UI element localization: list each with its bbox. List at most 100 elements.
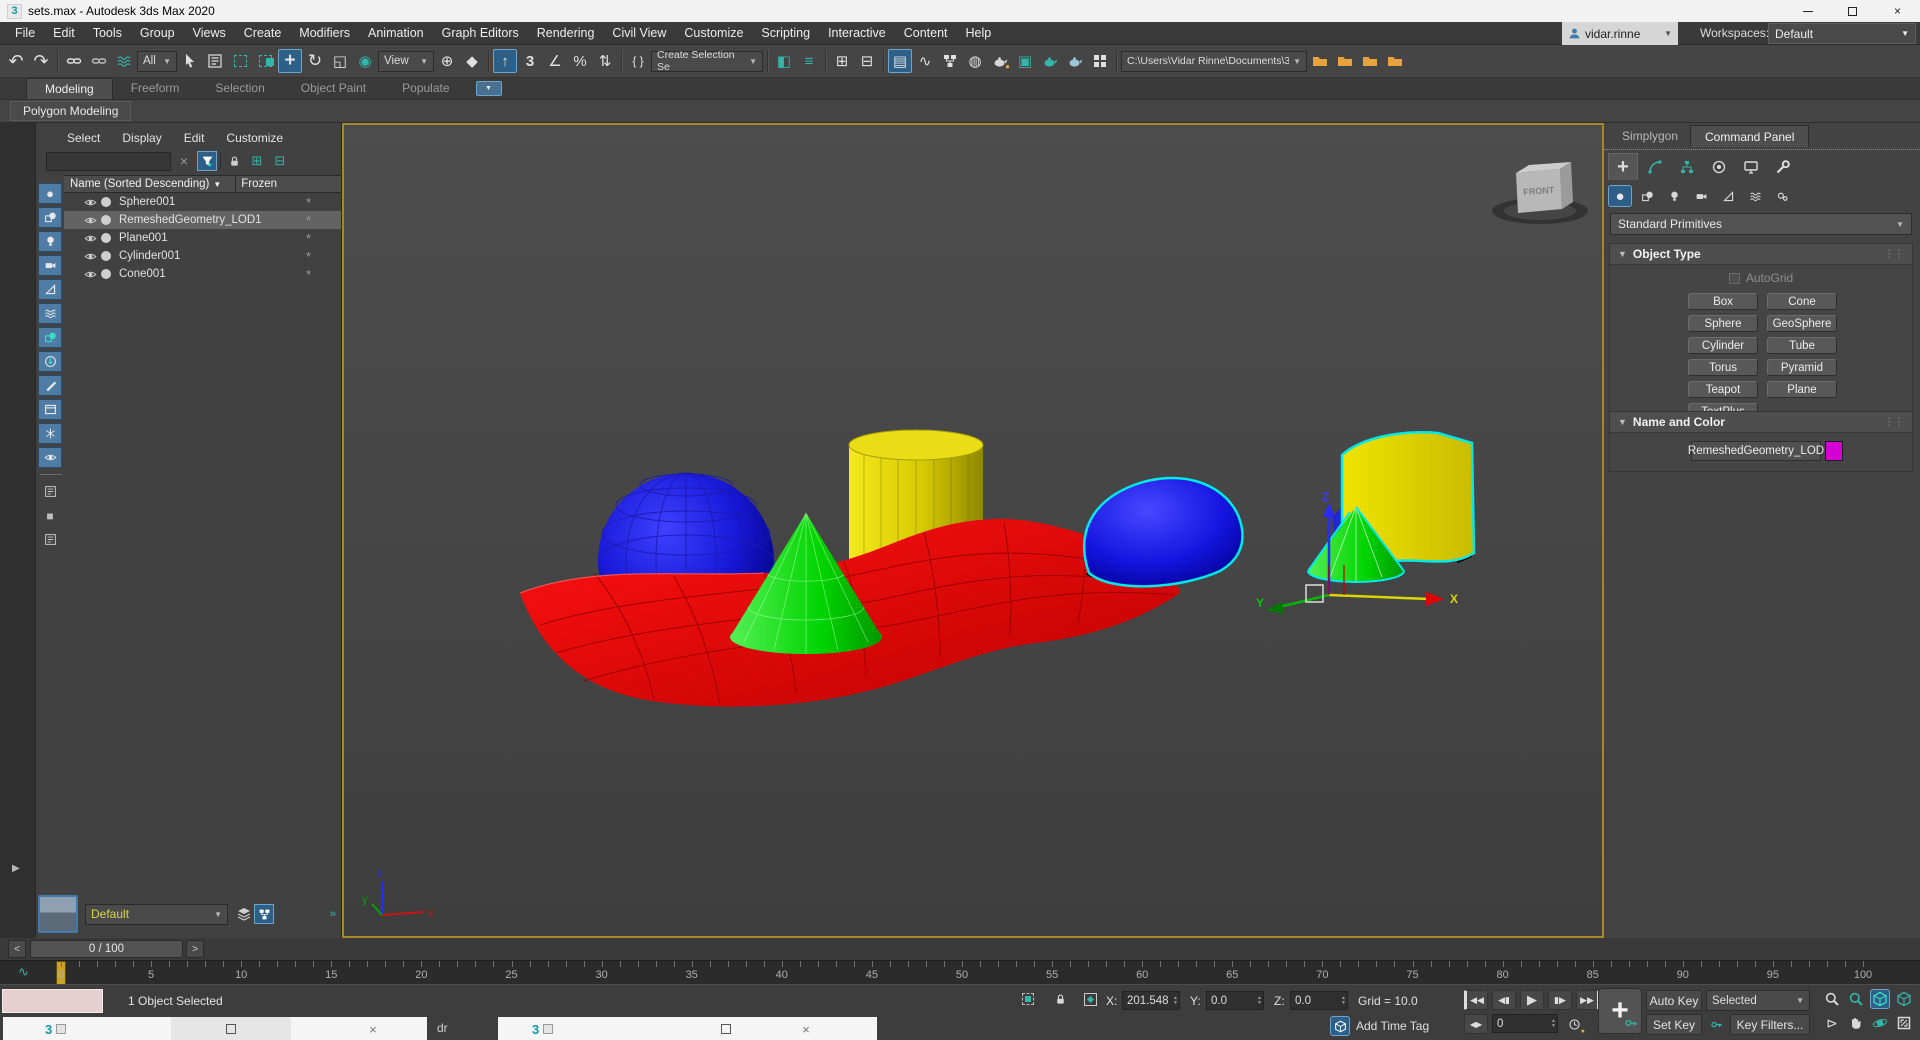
selection-filter-dropdown[interactable]: All ▼ bbox=[137, 51, 177, 72]
time-configuration-button[interactable]: ● bbox=[1564, 1014, 1584, 1034]
render-dot-icon[interactable] bbox=[101, 197, 111, 207]
lock-explorer-button[interactable] bbox=[224, 151, 244, 171]
overflow-chevrons[interactable]: » bbox=[330, 908, 336, 920]
filter-groups-button[interactable] bbox=[38, 327, 62, 348]
primitive-button-pyramid[interactable]: Pyramid bbox=[1767, 359, 1837, 376]
pick-container-button[interactable]: ⊞ bbox=[247, 151, 267, 171]
undo-button[interactable]: ↶ bbox=[4, 49, 28, 73]
time-slider[interactable]: 0 / 100 bbox=[30, 940, 183, 958]
add-container-button[interactable]: ⊟ bbox=[270, 151, 290, 171]
unlink-selection-button[interactable] bbox=[87, 49, 111, 73]
explorer-row-cylinder001[interactable]: Cylinder001* bbox=[64, 247, 341, 265]
solid-view-button[interactable]: ■ bbox=[38, 505, 62, 526]
render-dot-icon[interactable] bbox=[101, 269, 111, 279]
eye-icon[interactable] bbox=[84, 250, 97, 263]
maxscript-mini-listener[interactable] bbox=[2, 989, 103, 1013]
ribbon-tab-object-paint[interactable]: Object Paint bbox=[283, 78, 384, 99]
filter-geometry-button[interactable]: ● bbox=[38, 183, 62, 204]
explorer-menu-select[interactable]: Select bbox=[58, 131, 109, 145]
frozen-toggle-icon[interactable]: * bbox=[306, 267, 311, 282]
selection-lock-toggle[interactable] bbox=[1050, 989, 1070, 1009]
maximize-button[interactable] bbox=[706, 1017, 746, 1040]
primitive-button-plane[interactable]: Plane bbox=[1767, 381, 1837, 398]
align-button[interactable]: ≡ bbox=[797, 49, 821, 73]
restore-button[interactable] bbox=[1830, 0, 1875, 22]
default-in-out-tangents-button[interactable] bbox=[1706, 1014, 1726, 1034]
object-color-swatch[interactable] bbox=[1825, 441, 1843, 461]
maximize-viewport-toggle[interactable] bbox=[1894, 1013, 1914, 1033]
redo-button[interactable]: ↷ bbox=[29, 49, 53, 73]
primitive-button-tube[interactable]: Tube bbox=[1767, 337, 1837, 354]
modify-tab[interactable] bbox=[1640, 153, 1670, 180]
snaps-toggle[interactable]: 3 bbox=[518, 49, 542, 73]
filter-button[interactable] bbox=[197, 151, 217, 171]
minimize-button[interactable] bbox=[1785, 0, 1830, 22]
menu-item-file[interactable]: File bbox=[6, 22, 44, 45]
ribbon-overflow-button[interactable]: ▼ bbox=[476, 81, 502, 96]
explorer-menu-edit[interactable]: Edit bbox=[175, 131, 214, 145]
previous-frame-button[interactable]: < bbox=[8, 940, 26, 958]
category-lights-button[interactable] bbox=[1662, 185, 1686, 207]
eye-icon[interactable] bbox=[84, 232, 97, 245]
key-mode-toggle[interactable]: ◀▶ bbox=[1464, 1014, 1488, 1034]
zoom-button[interactable] bbox=[1822, 989, 1842, 1009]
rectangular-selection-region-button[interactable] bbox=[228, 49, 252, 73]
category-shapes-button[interactable] bbox=[1635, 185, 1659, 207]
filter-containers-button[interactable] bbox=[38, 351, 62, 372]
list-view-button[interactable] bbox=[38, 481, 62, 502]
primitive-button-sphere[interactable]: Sphere bbox=[1688, 315, 1758, 332]
menu-item-group[interactable]: Group bbox=[131, 22, 184, 45]
layer-thumbnail[interactable] bbox=[38, 895, 78, 933]
primitive-button-teapot[interactable]: Teapot bbox=[1688, 381, 1758, 398]
maximize-button[interactable] bbox=[171, 1017, 291, 1040]
filter-shapes-button[interactable] bbox=[38, 207, 62, 228]
primitive-button-geosphere[interactable]: GeoSphere bbox=[1767, 315, 1837, 332]
explorer-row-cone001[interactable]: Cone001* bbox=[64, 265, 341, 283]
search-input[interactable] bbox=[46, 152, 171, 171]
create-tab[interactable]: + bbox=[1608, 153, 1638, 180]
ribbon-tab-populate[interactable]: Populate bbox=[384, 78, 467, 99]
object-name-field[interactable]: RemeshedGeometry_LOD bbox=[1691, 441, 1821, 461]
show-hidden-button[interactable] bbox=[38, 447, 62, 468]
rendered-frame-window-button[interactable]: ▣ bbox=[1013, 49, 1037, 73]
menu-item-scripting[interactable]: Scripting bbox=[752, 22, 819, 45]
menu-item-views[interactable]: Views bbox=[184, 22, 235, 45]
eye-icon[interactable] bbox=[84, 268, 97, 281]
polygon-modeling-panel-button[interactable]: Polygon Modeling bbox=[10, 101, 131, 121]
name-color-rollout-header[interactable]: ▼ Name and Color ⋮⋮ bbox=[1610, 412, 1912, 433]
select-and-manipulate-button[interactable]: ◆ bbox=[460, 49, 484, 73]
taskbar-window-1[interactable]: 3 × bbox=[3, 1017, 427, 1040]
key-filters-button[interactable]: Key Filters... bbox=[1730, 1014, 1810, 1035]
zoom-extents-button[interactable] bbox=[1870, 989, 1890, 1009]
manage-layers-button[interactable] bbox=[234, 904, 254, 924]
category-systems-button[interactable] bbox=[1770, 185, 1794, 207]
play-button[interactable]: ▶ bbox=[1520, 990, 1544, 1010]
frozen-toggle-icon[interactable]: * bbox=[306, 231, 311, 246]
viewport-scene[interactable]: Z X Y FRONT bbox=[344, 125, 1602, 936]
menu-item-help[interactable]: Help bbox=[957, 22, 1001, 45]
spinner-arrows[interactable]: ▲▼ bbox=[1341, 992, 1346, 1005]
zoom-extents-all-button[interactable] bbox=[1894, 989, 1914, 1009]
spinner-arrows[interactable]: ▲▼ bbox=[1257, 992, 1262, 1005]
category-geometry-button[interactable]: ● bbox=[1608, 185, 1632, 207]
frozen-toggle-icon[interactable]: * bbox=[306, 195, 311, 210]
hierarchy-tab[interactable] bbox=[1672, 153, 1702, 180]
reference-coordinate-dropdown[interactable]: View ▼ bbox=[378, 51, 434, 72]
menu-item-modifiers[interactable]: Modifiers bbox=[290, 22, 359, 45]
y-coord-field[interactable]: 0.0▲▼ bbox=[1206, 991, 1264, 1010]
filter-cameras-button[interactable] bbox=[38, 255, 62, 276]
select-and-place-button[interactable]: ◉ bbox=[353, 49, 377, 73]
explorer-menu-customize[interactable]: Customize bbox=[217, 131, 292, 145]
project-structure-button[interactable] bbox=[1358, 49, 1382, 73]
ribbon-tab-selection[interactable]: Selection bbox=[197, 78, 282, 99]
render-dot-icon[interactable] bbox=[101, 251, 111, 261]
eye-icon[interactable] bbox=[84, 214, 97, 227]
menu-item-create[interactable]: Create bbox=[235, 22, 291, 45]
select-and-move-button[interactable]: + bbox=[278, 49, 302, 73]
perspective-viewport[interactable]: [ + ] [ Perspective ] [ Standard ] [ Edg… bbox=[342, 123, 1604, 938]
select-and-scale-button[interactable]: ◱ bbox=[328, 49, 352, 73]
detail-view-button[interactable] bbox=[38, 529, 62, 550]
angle-snap-toggle[interactable]: ∠ bbox=[543, 49, 567, 73]
autogrid-checkbox[interactable] bbox=[1729, 273, 1740, 284]
spinner-snap-toggle[interactable]: ⇅ bbox=[593, 49, 617, 73]
